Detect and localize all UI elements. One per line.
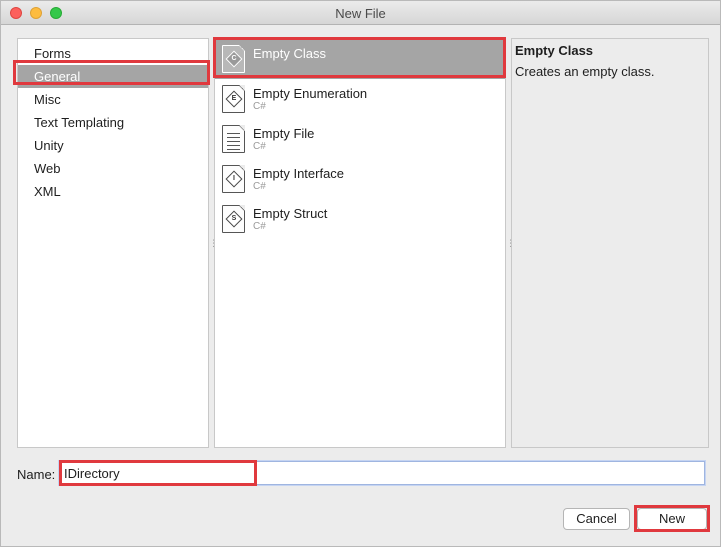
template-item-empty-interface[interactable]: I Empty Interface C# [215,159,505,199]
category-item-general[interactable]: General [18,65,208,88]
new-file-dialog: New File Forms General Misc Text Templating… [0,0,721,547]
class-file-icon: C [222,45,245,73]
template-language: C# [253,181,266,192]
template-item-empty-struct[interactable]: S Empty Struct C# [215,199,505,239]
blank-file-icon [222,125,245,153]
template-list: C Empty Class E Empty Enumeration C# Empty Fi… [215,39,505,239]
category-list: Forms General Misc Text Templating Unity Web X… [18,39,208,203]
interface-file-icon: I [222,165,245,193]
window-title: New File [335,6,386,21]
struct-file-icon: S [222,205,245,233]
category-item-text-templating[interactable]: Text Templating [18,111,208,134]
category-item-xml[interactable]: XML [18,180,208,203]
description-pane: Empty Class Creates an empty class. [511,38,709,448]
description-text: Creates an empty class. [515,64,655,79]
enum-file-icon: E [222,85,245,113]
template-language: C# [253,141,266,152]
category-item-forms[interactable]: Forms [18,42,208,65]
template-list-pane: C Empty Class E Empty Enumeration C# Empty Fi… [214,38,506,448]
category-item-misc[interactable]: Misc [18,88,208,111]
category-item-web[interactable]: Web [18,157,208,180]
template-name: Empty File [253,126,315,141]
new-button[interactable]: New [637,508,707,530]
category-list-pane: Forms General Misc Text Templating Unity Web X… [17,38,209,448]
template-name: Empty Enumeration [253,86,368,101]
template-language: C# [253,101,266,112]
template-item-empty-class[interactable]: C Empty Class [215,39,505,79]
template-language: C# [253,221,266,232]
template-item-empty-enumeration[interactable]: E Empty Enumeration C# [215,79,505,119]
title-bar: New File [1,1,720,25]
name-label: Name: [17,467,56,482]
description-title: Empty Class [515,43,594,58]
template-name: Empty Interface [253,166,345,181]
category-item-unity[interactable]: Unity [18,134,208,157]
template-name: Empty Struct [253,206,328,221]
template-item-empty-file[interactable]: Empty File C# [215,119,505,159]
template-name: Empty Class [253,46,326,61]
file-name-input[interactable] [59,461,705,485]
cancel-button[interactable]: Cancel [563,508,630,530]
